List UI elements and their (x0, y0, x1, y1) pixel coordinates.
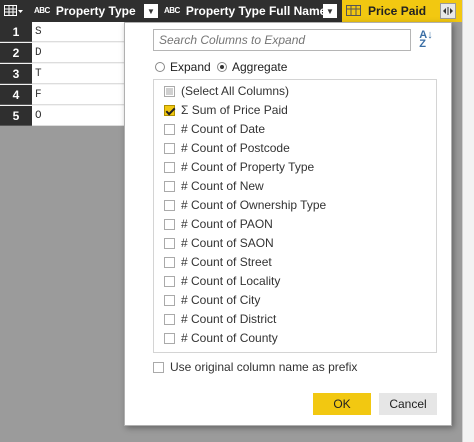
list-item-label: # Count of PAON (181, 217, 273, 231)
list-item[interactable]: # Count of Postcode (164, 139, 290, 157)
checkbox[interactable] (164, 180, 175, 192)
column-list: (Select All Columns) Σ Sum of Price Paid… (153, 79, 437, 353)
row-number: 5 (0, 106, 32, 126)
text-type-icon: ABC (34, 6, 50, 15)
expand-radio[interactable] (155, 62, 165, 72)
checkbox[interactable] (164, 104, 175, 116)
list-item[interactable]: # Count of City (164, 291, 260, 309)
row-number: 3 (0, 64, 32, 84)
chevron-down-icon: ▼ (326, 6, 334, 16)
aggregate-radio[interactable] (217, 62, 227, 72)
expand-column-button[interactable] (440, 3, 456, 19)
expand-radio-option[interactable]: Expand (155, 59, 211, 75)
column-header-property-type[interactable]: ABC Property Type (34, 0, 142, 22)
list-item[interactable]: # Count of Street (164, 253, 272, 271)
row-number: 2 (0, 43, 32, 63)
table-cell[interactable]: O (32, 106, 124, 126)
list-item[interactable]: # Count of Ownership Type (164, 196, 326, 214)
column-filter-dropdown[interactable]: ▼ (144, 4, 158, 18)
checkbox[interactable] (164, 256, 175, 268)
list-item-label: # Count of Locality (181, 274, 281, 288)
checkbox[interactable] (164, 294, 175, 306)
table-icon (4, 5, 23, 16)
checkbox[interactable] (164, 218, 175, 230)
list-item-label: # Count of District (181, 312, 277, 326)
aggregate-radio-option[interactable]: Aggregate (217, 59, 287, 75)
list-item[interactable]: # Count of Locality (164, 272, 280, 290)
aggregate-radio-label: Aggregate (232, 60, 288, 74)
list-item[interactable]: # Count of District (164, 310, 276, 328)
checkbox[interactable] (164, 313, 175, 325)
vertical-scrollbar[interactable] (462, 0, 474, 442)
list-item-label: # Count of Date (181, 122, 266, 136)
list-item-label: # Count of Property Type (181, 160, 315, 174)
checkbox[interactable] (164, 332, 175, 344)
prefix-option[interactable]: Use original column name as prefix (153, 359, 357, 375)
list-item[interactable]: # Count of PAON (164, 215, 273, 233)
list-item-label: # Count of County (181, 331, 278, 345)
list-item-label: # Count of City (181, 293, 261, 307)
prefix-checkbox[interactable] (153, 361, 164, 373)
expand-radio-label: Expand (170, 60, 211, 74)
column-header-label: Property Type Full Name (185, 4, 327, 18)
empty-grid-area-left (0, 126, 124, 442)
list-item[interactable]: # Count of County (164, 329, 278, 347)
list-item[interactable]: Σ Sum of Price Paid (164, 101, 288, 119)
column-header-label: Price Paid (368, 4, 427, 18)
column-header-label: Property Type (55, 4, 136, 18)
prefix-label: Use original column name as prefix (170, 360, 358, 374)
table-cell[interactable]: D (32, 43, 124, 63)
expand-column-icon (443, 7, 453, 15)
list-item-label: # Count of Street (181, 255, 272, 269)
table-cell[interactable]: F (32, 85, 124, 105)
table-menu-button[interactable] (4, 0, 30, 22)
list-item-label: # Count of New (181, 179, 264, 193)
table-cell[interactable]: S (32, 22, 124, 42)
checkbox[interactable] (164, 275, 175, 287)
column-header-row: ABC Property Type ▼ ABC Property Type Fu… (0, 0, 462, 22)
ok-button[interactable]: OK (313, 393, 371, 415)
list-item-label: (Select All Columns) (181, 84, 290, 98)
checkbox[interactable] (164, 237, 175, 249)
table-cell[interactable]: T (32, 64, 124, 84)
row-number: 4 (0, 85, 32, 105)
text-type-icon: ABC (164, 6, 180, 15)
list-item-label: # Count of SAON (181, 236, 274, 250)
checkbox[interactable] (164, 142, 175, 154)
checkbox[interactable] (164, 199, 175, 211)
expand-aggregate-dialog: A↓Z Expand Aggregate (Select All Columns… (124, 22, 452, 426)
search-columns-input[interactable] (153, 29, 411, 51)
sort-button[interactable]: A↓ Z (417, 30, 435, 50)
list-item[interactable]: # Count of New (164, 177, 264, 195)
list-item[interactable]: # Count of Date (164, 120, 265, 138)
cancel-button[interactable]: Cancel (379, 393, 437, 415)
column-filter-dropdown[interactable]: ▼ (323, 4, 337, 18)
list-item-label: # Count of Ownership Type (181, 198, 327, 212)
table-column-icon (346, 5, 361, 16)
checkbox[interactable] (164, 161, 175, 173)
list-item[interactable]: # Count of Property Type (164, 158, 314, 176)
list-item-label: # Count of Postcode (181, 141, 290, 155)
sort-az-icon: A↓ Z (419, 29, 433, 50)
list-item[interactable]: # Count of SAON (164, 234, 274, 252)
row-number: 1 (0, 22, 32, 42)
column-header-property-type-full-name[interactable]: ABC Property Type Full Name (164, 0, 334, 22)
chevron-down-icon: ▼ (147, 6, 155, 16)
list-item-label: Σ Sum of Price Paid (181, 103, 288, 117)
checkbox[interactable] (164, 123, 175, 135)
list-item-select-all[interactable]: (Select All Columns) (164, 82, 289, 100)
checkbox[interactable] (164, 85, 175, 97)
